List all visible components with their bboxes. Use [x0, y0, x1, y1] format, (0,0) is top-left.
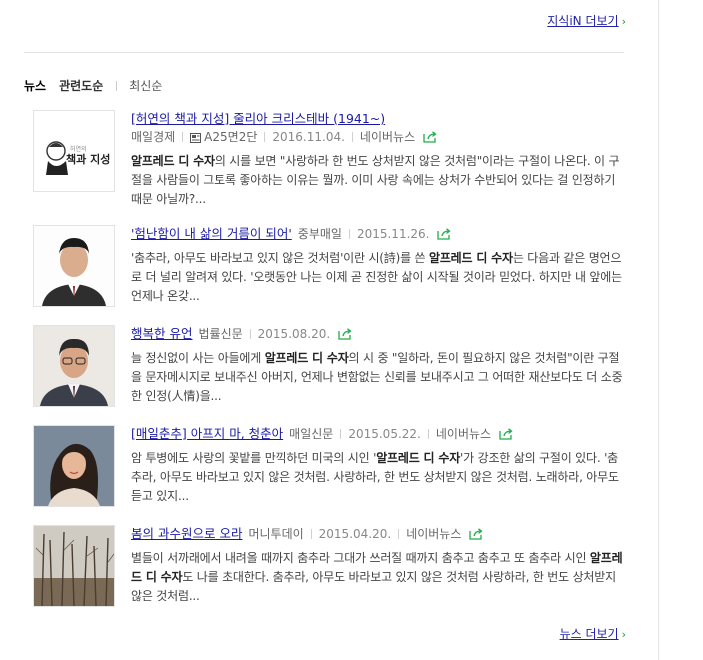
share-icon[interactable]: [469, 527, 483, 545]
tab-latest[interactable]: 최신순: [129, 77, 162, 94]
news-title[interactable]: [허연의 책과 지성] 줄리아 크리스테바 (1941~): [131, 111, 385, 126]
news-description: 늘 정신없이 사는 아들에게 알프레드 디 수자의 시 중 "일하라, 돈이 필…: [131, 351, 623, 403]
news-description: '춤추라, 아무도 바라보고 있지 않은 것처럼'이란 시(詩)를 쓴 알프레드…: [131, 251, 622, 303]
news-date: 2015.04.20.: [318, 527, 392, 541]
news-item: '험난함이 내 삶의 거름이 되어' 중부매일 2015.11.26. '춤추라, …: [33, 225, 633, 311]
kin-more-link[interactable]: 지식iN 더보기 ›: [547, 12, 626, 29]
chevron-right-icon: ›: [621, 628, 626, 641]
news-date: 2015.05.22.: [348, 427, 421, 441]
news-page: A25면2단: [204, 130, 258, 144]
news-description: 별들이 서까래에서 내려올 때까지 춤추라 그대가 쓰러질 때까지 춤추고 춤추…: [131, 551, 623, 603]
news-thumbnail[interactable]: [33, 525, 115, 607]
newspaper-icon: [190, 130, 202, 148]
news-date: 2015.11.26.: [356, 227, 430, 241]
naver-news-link[interactable]: 네이버뉴스: [406, 527, 461, 541]
news-item: 허연의 책과 지성 [허연의 책과 지성] 줄리아 크리스테바 (1941~) …: [33, 110, 633, 206]
right-divider: [658, 0, 659, 660]
news-description: 암 투병에도 사랑의 꽃밭를 만끽하던 미국의 시인 '알프레드 디 수자'가 …: [131, 451, 619, 503]
news-source: 중부매일: [297, 227, 342, 241]
news-title[interactable]: 봄의 과수원으로 오라: [131, 526, 242, 541]
news-source: 매일경제: [131, 130, 176, 144]
naver-news-link[interactable]: 네이버뉴스: [360, 130, 415, 144]
news-date: 2016.11.04.: [272, 130, 345, 144]
news-tabs: 뉴스 관련도순 최신순: [24, 77, 175, 94]
news-item: [매일춘추] 아프지 마, 청춘아 매일신문 2015.05.22. 네이버뉴스 암 …: [33, 425, 633, 511]
news-thumbnail[interactable]: 허연의 책과 지성: [33, 110, 115, 192]
news-thumbnail[interactable]: [33, 325, 115, 407]
news-title[interactable]: [매일춘추] 아프지 마, 청춘아: [131, 426, 283, 441]
man-portrait-image: [34, 226, 114, 306]
news-source: 매일신문: [289, 427, 334, 441]
book-column-logo-image: 허연의 책과 지성: [34, 111, 114, 191]
share-icon[interactable]: [338, 327, 352, 345]
man-glasses-portrait-image: [34, 326, 114, 406]
news-thumbnail[interactable]: [33, 425, 115, 507]
orchard-trees-image: [34, 526, 114, 606]
news-thumbnail[interactable]: [33, 225, 115, 307]
share-icon[interactable]: [499, 427, 513, 445]
news-title[interactable]: '험난함이 내 삶의 거름이 되어': [131, 226, 292, 241]
share-icon[interactable]: [437, 227, 452, 245]
tab-divider: [116, 80, 118, 91]
news-more-link[interactable]: 뉴스 더보기 ›: [560, 625, 626, 642]
news-title[interactable]: 행복한 유언: [131, 326, 192, 341]
news-item: 봄의 과수원으로 오라 머니투데이 2015.04.20. 네이버뉴스 별들이 서까래…: [33, 525, 633, 611]
woman-portrait-image: [34, 426, 114, 506]
tab-relevance[interactable]: 관련도순: [59, 77, 103, 94]
svg-text:책과 지성: 책과 지성: [66, 152, 110, 166]
news-date: 2015.08.20.: [257, 327, 331, 341]
news-item: 행복한 유언 법률신문 2015.08.20. 늘 정신없이 사는 아들에게 알프레…: [33, 325, 633, 411]
tab-news[interactable]: 뉴스: [24, 77, 46, 94]
news-source: 법률신문: [198, 327, 243, 341]
chevron-right-icon: ›: [621, 15, 626, 28]
section-divider: [24, 52, 624, 53]
share-icon[interactable]: [423, 130, 437, 148]
svg-text:허연의: 허연의: [70, 145, 87, 153]
news-source: 머니투데이: [248, 527, 304, 541]
naver-news-link[interactable]: 네이버뉴스: [436, 427, 491, 441]
news-description: 알프레드 디 수자의 시를 보면 "사랑하라 한 번도 상처받지 않은 것처럼"…: [131, 154, 620, 206]
